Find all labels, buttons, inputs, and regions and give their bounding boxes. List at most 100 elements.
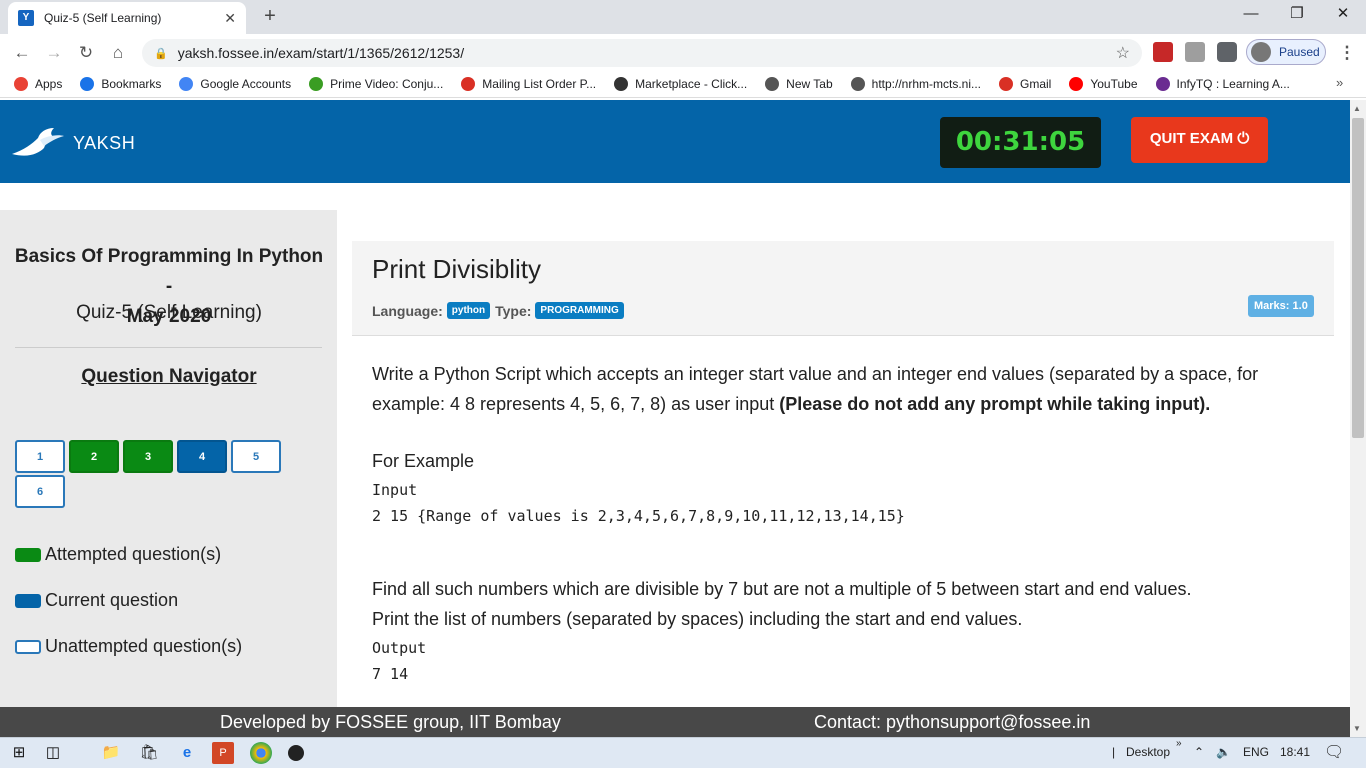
contact-text: Contact: pythonsupport@fossee.in bbox=[814, 712, 1091, 732]
attempted-swatch bbox=[15, 547, 41, 562]
bookmark-item[interactable]: New Tab bbox=[765, 76, 833, 91]
volume-icon[interactable]: 🔈 bbox=[1216, 745, 1231, 759]
output-example: 7 14 bbox=[372, 665, 409, 683]
legend-attempted-label: Attempted question(s) bbox=[45, 544, 222, 564]
restore-icon[interactable]: ❐ bbox=[1274, 0, 1320, 30]
menu-kebab-icon[interactable]: ⋮ bbox=[1334, 40, 1360, 66]
question-button-1[interactable]: 1 bbox=[15, 440, 65, 473]
new-tab-button[interactable]: + bbox=[258, 4, 282, 28]
quiz-name: Quiz-5 (Self Learning) bbox=[76, 302, 262, 323]
profile-button[interactable]: Paused bbox=[1246, 39, 1326, 65]
reload-icon[interactable]: ↻ bbox=[73, 40, 99, 66]
tray-divider: | bbox=[1112, 745, 1116, 759]
bookmark-item[interactable]: Mailing List Order P... bbox=[461, 76, 597, 91]
powerpoint-icon[interactable]: P bbox=[212, 742, 234, 764]
bookmarks-bar: Apps Bookmarks Google Accounts Prime Video:… bbox=[0, 70, 1366, 98]
language-badge: python bbox=[446, 302, 491, 319]
print-text: Print the list of numbers (separated by … bbox=[372, 609, 1023, 629]
legend-current-label: Current question bbox=[45, 590, 179, 610]
bookmark-item[interactable]: Marketplace - Click... bbox=[614, 76, 747, 91]
bookmark-item[interactable]: Prime Video: Conju... bbox=[309, 76, 443, 91]
bookmark-favicon-icon bbox=[80, 76, 95, 91]
question-button-2[interactable]: 2 bbox=[69, 440, 119, 473]
close-window-icon[interactable]: ✕ bbox=[1320, 0, 1366, 30]
type-badge: PROGRAMMING bbox=[535, 302, 624, 319]
bookmark-item[interactable]: Bookmarks bbox=[80, 76, 161, 91]
edge-icon[interactable]: e bbox=[176, 742, 198, 764]
tab-close-icon[interactable]: ✕ bbox=[224, 10, 236, 27]
clock[interactable]: 18:41 bbox=[1280, 745, 1310, 759]
bookmark-favicon-icon bbox=[461, 76, 476, 91]
question-button-4[interactable]: 4 bbox=[177, 440, 227, 473]
lock-icon: 🔒 bbox=[154, 47, 168, 60]
sidebar-divider bbox=[15, 347, 322, 348]
legend-unattempted: Unattempted question(s) bbox=[15, 636, 242, 657]
chrome-icon[interactable] bbox=[250, 742, 272, 764]
site-footer: Developed by FOSSEE group, IIT Bombay Co… bbox=[0, 707, 1350, 737]
bookmark-favicon-icon bbox=[14, 76, 28, 91]
question-description: Write a Python Script which accepts an i… bbox=[372, 359, 1302, 419]
question-button-6[interactable]: 6 bbox=[15, 475, 65, 508]
question-meta: Language: python Type: PROGRAMMING bbox=[372, 302, 629, 319]
bookmark-favicon-icon bbox=[309, 76, 324, 91]
description-bold-note: (Please do not add any prompt while taki… bbox=[779, 394, 1211, 414]
obs-icon[interactable] bbox=[288, 745, 304, 761]
bookmark-item[interactable]: Apps bbox=[14, 76, 62, 91]
windows-start-icon[interactable]: ⊞ bbox=[8, 742, 30, 764]
desktop-toolbar[interactable]: Desktop bbox=[1126, 745, 1170, 759]
course-title-line1: Basics Of Programming In Python - bbox=[14, 246, 324, 297]
url-text[interactable]: yaksh.fossee.in/exam/start/1/1365/2612/1… bbox=[178, 45, 1116, 61]
back-icon[interactable]: ← bbox=[9, 40, 35, 66]
bookmark-favicon-icon bbox=[614, 76, 629, 91]
bookmark-item[interactable]: Google Accounts bbox=[179, 76, 292, 91]
cast-icon[interactable] bbox=[1185, 42, 1205, 62]
yaksh-favicon-icon: Y bbox=[18, 10, 34, 26]
bookmark-favicon-icon bbox=[765, 76, 780, 91]
minimize-icon[interactable]: — bbox=[1228, 0, 1274, 30]
bookmark-label: Google Accounts bbox=[200, 76, 292, 91]
question-button-3[interactable]: 3 bbox=[123, 440, 173, 473]
bookmarks-overflow-icon[interactable]: » bbox=[1336, 75, 1343, 90]
find-text: Find all such numbers which are divisibl… bbox=[372, 579, 1192, 599]
bookmark-label: New Tab bbox=[786, 76, 833, 91]
bookmark-label: http://nrhm-mcts.ni... bbox=[871, 76, 981, 91]
scrollbar-thumb[interactable] bbox=[1352, 118, 1364, 438]
bookmark-item[interactable]: InfyTQ : Learning A... bbox=[1155, 76, 1290, 91]
current-swatch bbox=[15, 593, 41, 608]
scroll-down-icon[interactable]: ▼ bbox=[1353, 724, 1361, 733]
file-explorer-icon[interactable]: 📁 bbox=[100, 742, 122, 764]
bookmark-star-icon[interactable]: ☆ bbox=[1116, 43, 1130, 63]
bookmark-favicon-icon bbox=[1069, 76, 1084, 91]
extensions-puzzle-icon[interactable] bbox=[1217, 42, 1237, 62]
address-bar[interactable]: 🔒 yaksh.fossee.in/exam/start/1/1365/2612… bbox=[142, 39, 1142, 67]
bookmark-item[interactable]: http://nrhm-mcts.ni... bbox=[850, 76, 981, 91]
tab-title: Quiz-5 (Self Learning) bbox=[44, 11, 162, 25]
bookmark-label: Mailing List Order P... bbox=[482, 76, 597, 91]
desktop-overflow-icon[interactable]: » bbox=[1176, 738, 1182, 749]
bookmark-favicon-icon bbox=[1155, 76, 1170, 91]
input-language[interactable]: ENG bbox=[1243, 745, 1269, 759]
task-view-icon[interactable]: ◫ bbox=[42, 742, 64, 764]
language-label: Language: bbox=[372, 302, 443, 319]
notifications-icon[interactable]: 🗨 bbox=[1324, 742, 1344, 762]
developed-by: Developed by FOSSEE group, IIT Bombay bbox=[220, 712, 561, 732]
forward-icon[interactable]: → bbox=[41, 40, 67, 66]
bookmark-favicon-icon bbox=[999, 76, 1013, 91]
yaksh-bird-logo bbox=[12, 128, 64, 156]
profile-status: Paused bbox=[1279, 45, 1320, 59]
legend-current: Current question bbox=[15, 590, 178, 611]
store-icon[interactable]: 🛍 bbox=[138, 742, 160, 764]
browser-tab[interactable]: Y Quiz-5 (Self Learning) ✕ bbox=[8, 2, 246, 34]
exam-timer: 00:31:05 bbox=[940, 117, 1101, 168]
tray-chevron-icon[interactable]: ⌃ bbox=[1194, 745, 1204, 759]
input-example: 2 15 {Range of values is 2,3,4,5,6,7,8,9… bbox=[372, 507, 905, 525]
bookmark-item[interactable]: YouTube bbox=[1069, 76, 1138, 91]
scroll-up-icon[interactable]: ▲ bbox=[1353, 104, 1361, 113]
bookmark-item[interactable]: Gmail bbox=[999, 76, 1051, 91]
quit-exam-button[interactable]: QUIT EXAM ⏻ bbox=[1131, 117, 1268, 163]
legend-attempted: Attempted question(s) bbox=[15, 544, 221, 565]
home-icon[interactable]: ⌂ bbox=[105, 40, 131, 66]
extension-icon[interactable] bbox=[1153, 42, 1173, 62]
question-button-5[interactable]: 5 bbox=[231, 440, 281, 473]
brand-name: YAKSH bbox=[73, 133, 136, 153]
